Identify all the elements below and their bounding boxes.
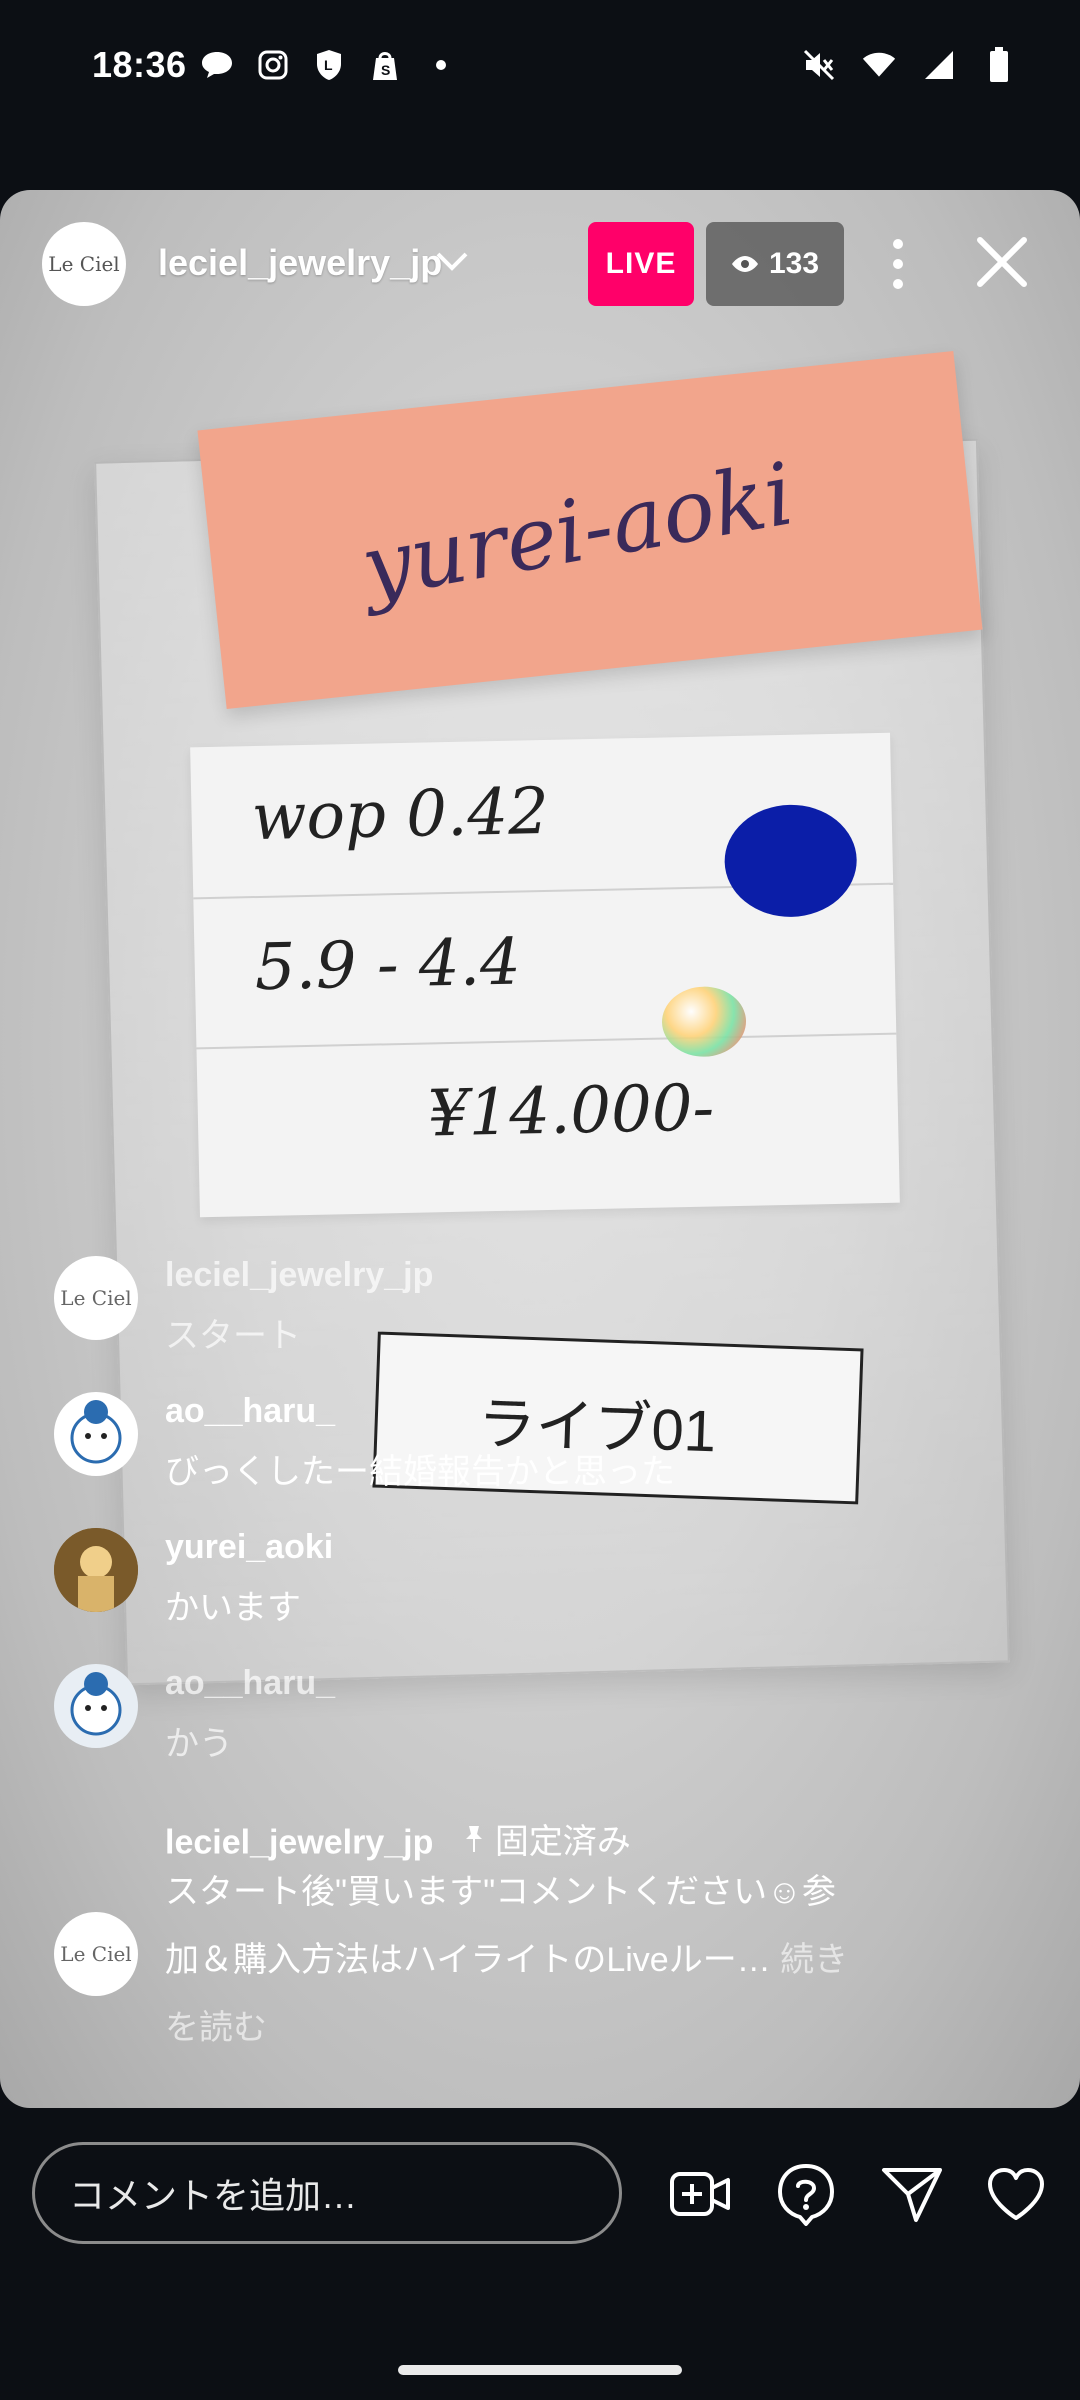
avatar[interactable] — [54, 1392, 138, 1476]
account-name[interactable]: leciel_jewelry_jp — [158, 242, 442, 284]
comment-input[interactable]: コメントを追加… — [32, 2142, 622, 2244]
comment-text: かいます — [165, 1589, 301, 1627]
read-more-link-continued[interactable]: を読む — [165, 1994, 925, 2062]
comment-text: スタート — [165, 1317, 301, 1355]
home-indicator[interactable] — [398, 2365, 682, 2375]
product-card: wop 0.42 5.9 - 4.4 ¥14.000- — [190, 732, 900, 1218]
read-more-link[interactable]: 続き — [780, 1941, 848, 1979]
product-row-price: ¥14.000- — [196, 1033, 899, 1198]
signal-icon — [922, 48, 956, 82]
question-icon[interactable] — [774, 2162, 838, 2226]
svg-text:S: S — [381, 62, 390, 78]
avatar[interactable] — [54, 1528, 138, 1612]
avatar-logo-text: Le Ciel — [60, 1286, 132, 1310]
pinned-line-1: スタート後"買います"コメントください☺参 — [165, 1873, 836, 1911]
pinned-line-2-text: 加＆購入方法はハイライトのLiveルー… — [165, 1941, 771, 1979]
pinned-username-row: leciel_jewelry_jp 固定済み — [165, 1814, 631, 1863]
status-time: 18:36 — [92, 44, 187, 85]
avatar[interactable]: Le Ciel — [54, 1912, 138, 1996]
shopify-bag-icon: S — [368, 48, 402, 82]
pin-icon — [465, 1825, 482, 1852]
send-icon[interactable] — [880, 2162, 944, 2226]
wifi-icon — [862, 48, 896, 82]
heart-icon[interactable] — [984, 2162, 1048, 2226]
live-badge: LIVE — [588, 222, 694, 306]
product-row-weight: wop 0.42 — [190, 732, 894, 919]
product-price-text: ¥14.000- — [427, 1071, 715, 1152]
chevron-down-icon[interactable] — [434, 246, 470, 278]
viewer-count-badge[interactable]: 133 — [706, 222, 844, 306]
status-left-icons: L S — [200, 48, 458, 82]
comment-username[interactable]: leciel_jewelry_jp — [165, 1824, 433, 1862]
svg-text:L: L — [324, 57, 333, 73]
dot-icon — [424, 48, 458, 82]
more-options-icon[interactable] — [878, 232, 918, 296]
comment-text: びっくしたー結婚報告かと思った — [165, 1453, 675, 1491]
viewer-count: 133 — [768, 247, 820, 280]
comment-text: かう — [165, 1725, 233, 1763]
pinned-line-2: 加＆購入方法はハイライトのLiveルー… 続き — [165, 1926, 925, 1994]
pinned-comment-text: スタート後"買います"コメントください☺参 加＆購入方法はハイライトのLiveル… — [165, 1858, 925, 2062]
live-video-card[interactable]: yurei-aoki wop 0.42 5.9 - 4.4 ¥14.000- ラ… — [0, 190, 1080, 2108]
sticky-note-text: yurei-aoki — [354, 444, 801, 619]
comment-username[interactable]: leciel_jewelry_jp — [165, 1256, 433, 1295]
comment-username[interactable]: ao__haru_ — [165, 1392, 335, 1431]
comment-username[interactable]: ao__haru_ — [165, 1664, 335, 1703]
line-icon: L — [312, 48, 346, 82]
battery-icon — [982, 47, 1016, 82]
product-row-size: 5.9 - 4.4 — [193, 882, 897, 1050]
avatar-logo-text: Le Ciel — [48, 252, 120, 276]
product-size-text: 5.9 - 4.4 — [254, 925, 522, 1006]
status-right-icons — [802, 47, 1016, 82]
pinned-text: 固定済み — [494, 1823, 631, 1861]
comment-username[interactable]: yurei_aoki — [165, 1528, 333, 1567]
product-weight-text: wop 0.42 — [250, 774, 550, 856]
close-icon[interactable] — [972, 232, 1032, 292]
pinned-label: 固定済み — [461, 1814, 631, 1863]
account-avatar[interactable]: Le Ciel — [42, 222, 126, 306]
add-video-icon[interactable] — [668, 2162, 732, 2226]
mute-icon — [802, 48, 836, 82]
instagram-icon — [256, 48, 290, 82]
avatar-logo-text: Le Ciel — [60, 1942, 132, 1966]
eye-icon — [731, 256, 758, 272]
chat-bubble-icon — [200, 48, 234, 82]
status-bar: 18:36 L S — [0, 0, 1080, 136]
avatar[interactable]: Le Ciel — [54, 1256, 138, 1340]
avatar[interactable] — [54, 1664, 138, 1748]
comment-placeholder: コメントを追加… — [69, 2175, 358, 2216]
